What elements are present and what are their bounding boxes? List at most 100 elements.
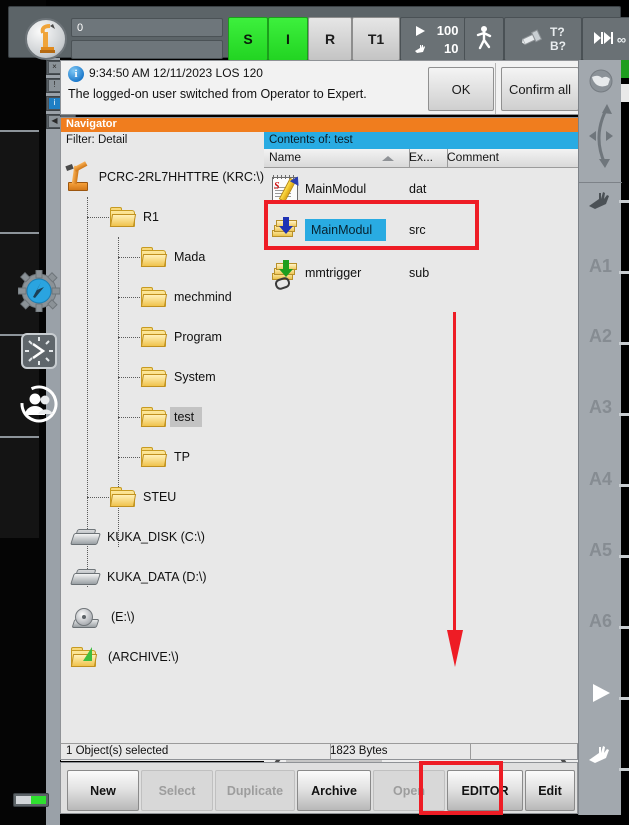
confirm-all-button[interactable]: Confirm all bbox=[501, 67, 579, 111]
tree-item-label: mechmind bbox=[174, 290, 232, 304]
column-header-comment[interactable]: Comment bbox=[442, 149, 584, 167]
tree-item-label: PCRC-2RL7HHTTRE (KRC:\) bbox=[98, 170, 264, 184]
new-button[interactable]: New bbox=[67, 770, 139, 811]
axis-label-a6[interactable]: A6 bbox=[579, 611, 622, 632]
axis-label-a5[interactable]: A5 bbox=[579, 540, 622, 561]
override-button[interactable]: 100 10 bbox=[400, 17, 472, 61]
archive-button[interactable]: Archive bbox=[297, 770, 371, 811]
hand-icon[interactable] bbox=[587, 744, 615, 766]
tree-item-e-drive[interactable]: (E:\) bbox=[61, 597, 264, 637]
tree-item-r1[interactable]: R1 bbox=[61, 197, 264, 237]
tree-item-program[interactable]: Program bbox=[61, 317, 264, 357]
file-list-header: Name Ex... Comment bbox=[264, 149, 579, 168]
tree-item-system[interactable]: System bbox=[61, 357, 264, 397]
infinity-label: ∞ bbox=[616, 31, 627, 47]
tool-label-top: T? bbox=[550, 25, 565, 39]
tree-item-label: KUKA_DISK (C:\) bbox=[107, 530, 205, 544]
toolbar-button-r[interactable]: R bbox=[308, 17, 352, 61]
right-dash-a3 bbox=[619, 342, 629, 345]
folder-icon bbox=[109, 487, 137, 507]
message-header: 9:34:50 AM 12/11/2023 LOS 120 bbox=[89, 66, 263, 80]
clock-icon[interactable] bbox=[20, 332, 58, 370]
folder-icon bbox=[140, 327, 168, 347]
tree-item-label: (E:\) bbox=[111, 610, 135, 624]
drive-icon bbox=[70, 567, 101, 587]
kuka-smartpad-screen: 0 S I R T1 100 10 T? B? ∞ × ! i ◀ i 9:34… bbox=[0, 0, 629, 825]
increment-button[interactable]: ∞ bbox=[582, 17, 629, 61]
status-line-1: 0 bbox=[71, 18, 223, 37]
battery-indicator bbox=[13, 793, 49, 807]
message-body: The logged-on user switched from Operato… bbox=[68, 87, 367, 101]
toolbar-button-i[interactable]: I bbox=[268, 17, 308, 61]
right-dash-a5 bbox=[619, 484, 629, 487]
tree-item-mada[interactable]: Mada bbox=[61, 237, 264, 277]
tree-item-test[interactable]: test bbox=[61, 397, 264, 437]
tree-item-label: R1 bbox=[143, 210, 159, 224]
rail-slot-1 bbox=[0, 130, 39, 232]
gear-robot-icon[interactable] bbox=[17, 269, 61, 313]
rotate-arrows-icon[interactable] bbox=[583, 98, 619, 174]
drive-icon bbox=[70, 527, 101, 547]
override-program-row: 100 bbox=[414, 21, 459, 39]
file-name: mmtrigger bbox=[305, 265, 362, 280]
axis-label-a2[interactable]: A2 bbox=[579, 326, 622, 347]
sidebar-divider bbox=[579, 182, 622, 183]
ok-button[interactable]: OK bbox=[428, 67, 494, 111]
override-manual-value: 10 bbox=[444, 40, 459, 56]
filter-label[interactable]: Filter: Detail bbox=[61, 132, 269, 150]
tree-item-steu[interactable]: STEU bbox=[61, 477, 264, 517]
play-triangle-icon[interactable] bbox=[590, 682, 612, 704]
folder-icon bbox=[109, 207, 137, 227]
tree-item-label-selected: test bbox=[170, 407, 203, 427]
select-button[interactable]: Select bbox=[141, 770, 213, 811]
globe-icon[interactable] bbox=[588, 68, 614, 94]
tree-item-label: STEU bbox=[143, 490, 177, 504]
tree-item-label: TP bbox=[174, 450, 190, 464]
axis-label-a1[interactable]: A1 bbox=[579, 256, 622, 277]
user-group-icon[interactable] bbox=[20, 385, 58, 423]
tree-item-archive[interactable]: (ARCHIVE:\) bbox=[61, 637, 264, 677]
right-dash-bottom bbox=[619, 768, 629, 771]
cdrom-icon bbox=[71, 607, 100, 628]
duplicate-button[interactable]: Duplicate bbox=[215, 770, 295, 811]
tree-item-label: System bbox=[174, 370, 216, 384]
tree-item-mechmind[interactable]: mechmind bbox=[61, 277, 264, 317]
directory-tree[interactable]: PCRC-2RL7HHTTRE (KRC:\) R1 Mada mechmind… bbox=[61, 149, 265, 761]
axis-label-a4[interactable]: A4 bbox=[579, 469, 622, 490]
tree-connector bbox=[118, 377, 140, 378]
skip-end-icon bbox=[593, 30, 614, 49]
folder-icon bbox=[140, 247, 168, 267]
tree-item-kuka-disk[interactable]: KUKA_DISK (C:\) bbox=[61, 517, 264, 557]
toolbar-button-t1[interactable]: T1 bbox=[352, 17, 400, 61]
folder-icon bbox=[140, 407, 168, 427]
edit-button[interactable]: Edit bbox=[525, 770, 575, 811]
axis-label-a3[interactable]: A3 bbox=[579, 397, 622, 418]
file-ext: sub bbox=[409, 265, 430, 280]
message-bar[interactable]: i 9:34:50 AM 12/11/2023 LOS 120 The logg… bbox=[60, 60, 588, 115]
status-line-2 bbox=[71, 40, 223, 59]
status-extra bbox=[465, 744, 584, 760]
override-program-value: 100 bbox=[436, 22, 459, 38]
right-dash-play bbox=[619, 626, 629, 629]
hand-jog-icon[interactable] bbox=[587, 190, 615, 212]
override-manual-row: 10 bbox=[414, 39, 459, 57]
toolbar-button-s[interactable]: S bbox=[228, 17, 268, 61]
tree-connector bbox=[118, 337, 140, 338]
status-selection: 1 Object(s) selected bbox=[61, 744, 331, 760]
left-panel-grey bbox=[46, 120, 60, 760]
walking-man-button[interactable] bbox=[464, 17, 504, 61]
robot-icon bbox=[65, 161, 91, 191]
walking-man-icon bbox=[474, 25, 494, 54]
tree-item-label: KUKA_DATA (D:\) bbox=[107, 570, 207, 584]
tree-item-tp[interactable]: TP bbox=[61, 437, 264, 477]
right-led-green bbox=[621, 60, 629, 78]
tree-connector bbox=[118, 457, 140, 458]
file-name: MainModul bbox=[305, 181, 367, 196]
tree-item-label: Program bbox=[174, 330, 222, 344]
tree-item-robot[interactable]: PCRC-2RL7HHTTRE (KRC:\) bbox=[61, 157, 264, 197]
robot-logo-icon[interactable] bbox=[25, 18, 67, 60]
tree-item-kuka-data[interactable]: KUKA_DATA (D:\) bbox=[61, 557, 264, 597]
tool-base-button[interactable]: T? B? bbox=[504, 17, 582, 61]
right-jog-sidebar: A1 A2 A3 A4 A5 A6 bbox=[578, 60, 622, 815]
file-row-mmtrigger-sub[interactable]: mmtrigger sub bbox=[264, 252, 579, 293]
